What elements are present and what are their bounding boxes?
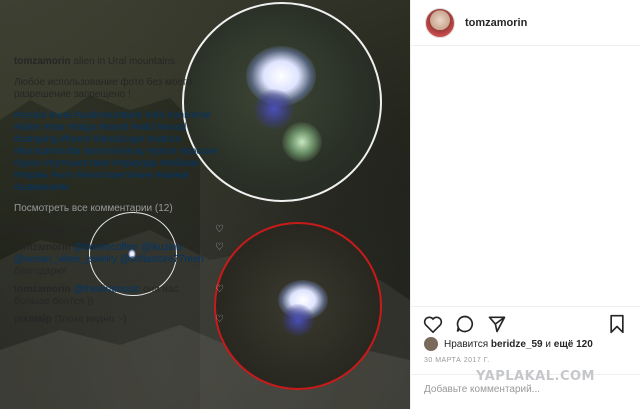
comments-section: tomzamorin alien in Ural mountains Любое… — [14, 56, 224, 332]
heart-icon[interactable]: ♡ — [212, 242, 224, 254]
blue-glow-red — [282, 304, 314, 336]
header-username[interactable]: tomzamorin — [465, 17, 527, 29]
likes-and: и — [545, 338, 551, 350]
likes-count-link[interactable]: ещё 120 — [554, 339, 593, 350]
caption-text: alien in Ural mountains — [73, 56, 176, 67]
view-all-comments-link[interactable]: Посмотреть все комментарии (12) — [14, 203, 224, 215]
hashtags[interactable]: #russia #ural #uralmountains #ufo #unive… — [14, 110, 224, 194]
zoom-circle-red — [214, 222, 382, 390]
comment-row: avedesign Класс! ♡ — [14, 224, 224, 236]
liker-avatar[interactable] — [424, 337, 438, 351]
likes-row: Нравится beridze_59 и ещё 120 — [424, 337, 593, 351]
watermark: YAPLAKAL.COM — [476, 369, 595, 384]
blue-glow — [254, 89, 294, 129]
avatar[interactable] — [425, 7, 455, 38]
comment-icon[interactable] — [454, 313, 476, 335]
comment-mentions[interactable]: @theairamusic — [73, 284, 140, 295]
heart-icon[interactable]: ♡ — [212, 284, 224, 296]
comment-username[interactable]: avedesign — [14, 224, 63, 235]
action-bar — [410, 306, 640, 340]
heart-icon[interactable]: ♡ — [212, 314, 224, 326]
comment-username[interactable]: pixmaip — [14, 314, 52, 325]
bookmark-icon[interactable] — [606, 313, 628, 335]
likes-prefix: Нравится — [444, 338, 489, 350]
comment-text: благодарю! — [14, 266, 67, 277]
share-icon[interactable] — [486, 313, 508, 335]
post-date[interactable]: 30 МАРТА 2017 Г. — [424, 357, 490, 364]
liker-username[interactable]: beridze_59 — [491, 339, 543, 350]
caption-username[interactable]: tomzamorin — [14, 56, 71, 67]
comment-row: pixmaip Плохо видно :-) ♡ — [14, 314, 224, 326]
comment-row: tomzamorin @benitocoffee @lkuzina @ocean… — [14, 242, 224, 278]
post-header: tomzamorin — [411, 0, 640, 46]
comment-row: tomzamorin @theairamusic они нас больше … — [14, 284, 224, 308]
heart-icon[interactable] — [422, 313, 444, 335]
comment-username[interactable]: tomzamorin — [14, 284, 71, 295]
green-glow — [282, 122, 322, 162]
comment-username[interactable]: tomzamorin — [14, 242, 71, 253]
comment-text: Класс! — [65, 224, 96, 235]
notice-text: Любое использование фото без моего разре… — [14, 77, 193, 100]
heart-icon[interactable]: ♡ — [212, 224, 224, 236]
caption: tomzamorin alien in Ural mountains — [14, 56, 224, 68]
comment-text: Плохо видно :-) — [54, 314, 127, 325]
